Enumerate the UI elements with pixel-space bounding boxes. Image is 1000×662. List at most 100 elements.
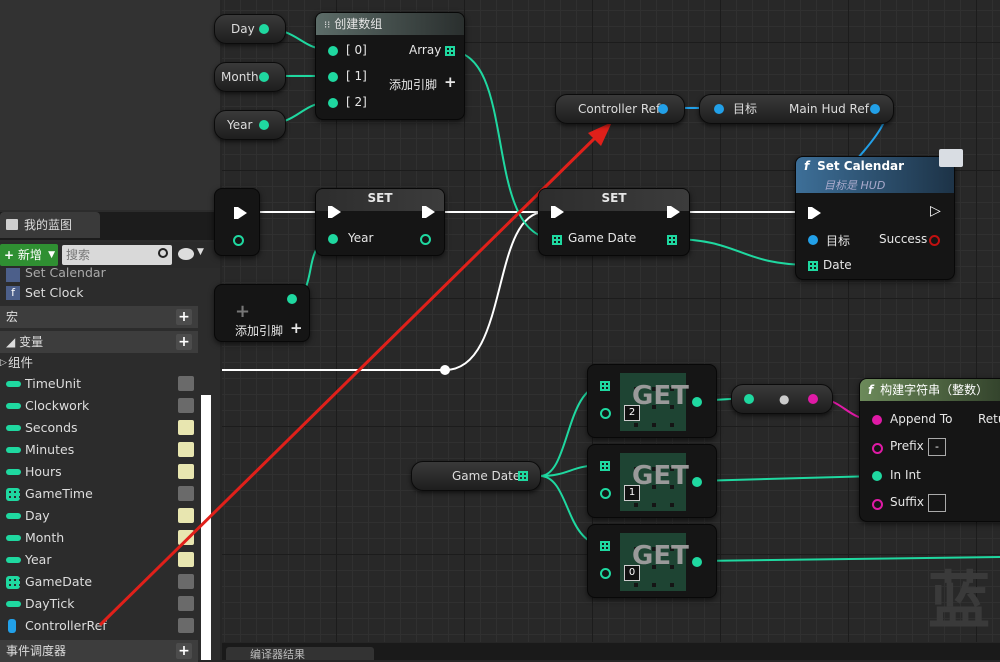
- output-pin[interactable]: [259, 120, 269, 130]
- chevron-down-icon[interactable]: ▼: [197, 247, 204, 257]
- eye-closed-icon[interactable]: [178, 596, 194, 611]
- build-string-node[interactable]: f 构建字符串（整数） Append To Retu Prefix - In I…: [859, 378, 1000, 522]
- variable-item[interactable]: Seconds: [6, 417, 198, 439]
- variable-item[interactable]: ControllerRef: [6, 615, 198, 637]
- get-day-node[interactable]: Day: [214, 14, 286, 44]
- output-pin[interactable]: [259, 24, 269, 34]
- eye-closed-icon[interactable]: [178, 618, 194, 633]
- output-pin[interactable]: [233, 235, 244, 246]
- target-pin[interactable]: [714, 104, 724, 114]
- input-pin[interactable]: [328, 46, 338, 56]
- get-array-item-node[interactable]: GET 2: [587, 364, 717, 438]
- eye-open-icon[interactable]: [178, 442, 194, 457]
- variable-item[interactable]: DayTick: [6, 593, 198, 615]
- variable-item[interactable]: Minutes: [6, 439, 198, 461]
- index-input-pin[interactable]: [600, 568, 611, 579]
- output-pin[interactable]: [692, 477, 702, 487]
- eye-open-icon[interactable]: [178, 420, 194, 435]
- section-variables[interactable]: ◢ 变量 +: [0, 331, 198, 353]
- section-event-dispatchers[interactable]: 事件调度器 +: [0, 640, 198, 662]
- variable-item[interactable]: Year: [6, 549, 198, 571]
- visibility-eye-icon[interactable]: [178, 248, 194, 260]
- exec-node-partial[interactable]: [214, 188, 260, 256]
- success-output-pin[interactable]: [929, 235, 940, 246]
- add-macro-button[interactable]: +: [176, 309, 192, 325]
- eye-closed-icon[interactable]: [178, 376, 194, 391]
- index-input[interactable]: 1: [624, 485, 640, 501]
- input-pin[interactable]: [328, 234, 338, 244]
- add-pin-label[interactable]: 添加引脚: [389, 76, 437, 93]
- output-pin[interactable]: [808, 394, 818, 404]
- eye-closed-icon[interactable]: [178, 574, 194, 589]
- set-calendar-node[interactable]: f Set Calendar 目标是 HUD ▷ 目标 Success Date: [795, 149, 963, 280]
- array-input-pin[interactable]: [600, 541, 610, 551]
- index-input[interactable]: 2: [624, 405, 640, 421]
- get-game-date-node[interactable]: Game Date: [411, 461, 541, 491]
- array-output-pin[interactable]: [445, 46, 455, 56]
- tab-compiler-results[interactable]: 编译器结果: [226, 647, 374, 660]
- eye-closed-icon[interactable]: [178, 486, 194, 501]
- output-pin[interactable]: [287, 294, 297, 304]
- add-variable-button[interactable]: +: [176, 334, 192, 350]
- output-pin[interactable]: [420, 234, 431, 245]
- section-macros[interactable]: 宏 +: [0, 306, 198, 328]
- variable-item[interactable]: GameDate: [6, 571, 198, 593]
- make-array-node[interactable]: ⁝⁝ 创建数组 [ 0] [ 1] [ 2] Array 添加引脚 +: [315, 12, 465, 120]
- eye-open-icon[interactable]: [178, 464, 194, 479]
- eye-closed-icon[interactable]: [178, 398, 194, 413]
- output-pin[interactable]: [870, 104, 880, 114]
- variable-item[interactable]: Clockwork: [6, 395, 198, 417]
- date-input-pin[interactable]: [808, 261, 818, 271]
- plus-icon[interactable]: +: [444, 73, 457, 91]
- suffix-pin[interactable]: [872, 499, 883, 510]
- variable-item[interactable]: Day: [6, 505, 198, 527]
- index-input[interactable]: 0: [624, 565, 640, 581]
- set-year-node[interactable]: SET Year: [315, 188, 445, 256]
- array-input-pin[interactable]: [600, 381, 610, 391]
- index-input-pin[interactable]: [600, 408, 611, 419]
- output-pin[interactable]: [692, 557, 702, 567]
- array-input-pin[interactable]: [600, 461, 610, 471]
- array-output-pin[interactable]: [518, 471, 528, 481]
- eye-open-icon[interactable]: [178, 552, 194, 567]
- append-to-pin[interactable]: [872, 415, 882, 425]
- output-pin[interactable]: [692, 397, 702, 407]
- get-array-item-node[interactable]: GET 0: [587, 524, 717, 598]
- eye-open-icon[interactable]: [178, 530, 194, 545]
- target-pin[interactable]: [808, 235, 818, 245]
- get-month-node[interactable]: Month: [214, 62, 286, 92]
- conversion-node[interactable]: ●: [731, 384, 833, 414]
- function-item[interactable]: f Set Clock: [6, 282, 198, 304]
- sequence-node-partial[interactable]: + 添加引脚 +: [214, 284, 310, 342]
- array-output-pin[interactable]: [667, 235, 677, 245]
- output-pin[interactable]: [259, 72, 269, 82]
- index-input-pin[interactable]: [600, 488, 611, 499]
- get-year-node[interactable]: Year: [214, 110, 286, 140]
- set-gamedate-node[interactable]: SET Game Date: [538, 188, 690, 256]
- scrollbar[interactable]: [201, 395, 211, 660]
- get-main-hud-ref-node[interactable]: 目标 Main Hud Ref: [699, 94, 894, 124]
- plus-icon[interactable]: +: [290, 319, 303, 337]
- get-controller-ref-node[interactable]: Controller Ref: [555, 94, 685, 124]
- exec-output-arrow-icon[interactable]: ▷: [930, 203, 941, 219]
- variable-item[interactable]: GameTime: [6, 483, 198, 505]
- prefix-pin[interactable]: [872, 443, 883, 454]
- add-pin-label[interactable]: 添加引脚: [235, 322, 283, 339]
- array-input-pin[interactable]: [552, 235, 562, 245]
- tab-my-blueprint[interactable]: 我的蓝图: [0, 212, 100, 238]
- prefix-input[interactable]: -: [928, 438, 946, 456]
- add-dispatcher-button[interactable]: +: [176, 643, 192, 659]
- input-pin[interactable]: [328, 72, 338, 82]
- group-components[interactable]: ▷ 组件: [0, 352, 192, 374]
- get-array-item-node[interactable]: GET 1: [587, 444, 717, 518]
- input-pin[interactable]: [328, 98, 338, 108]
- eye-open-icon[interactable]: [178, 508, 194, 523]
- variable-item[interactable]: Hours: [6, 461, 198, 483]
- input-pin[interactable]: [744, 394, 754, 404]
- variable-item[interactable]: Month: [6, 527, 198, 549]
- output-pin[interactable]: [658, 104, 668, 114]
- in-int-pin[interactable]: [872, 471, 882, 481]
- suffix-input[interactable]: [928, 494, 946, 512]
- variable-item[interactable]: TimeUnit: [6, 373, 198, 395]
- plus-icon[interactable]: +: [235, 301, 250, 322]
